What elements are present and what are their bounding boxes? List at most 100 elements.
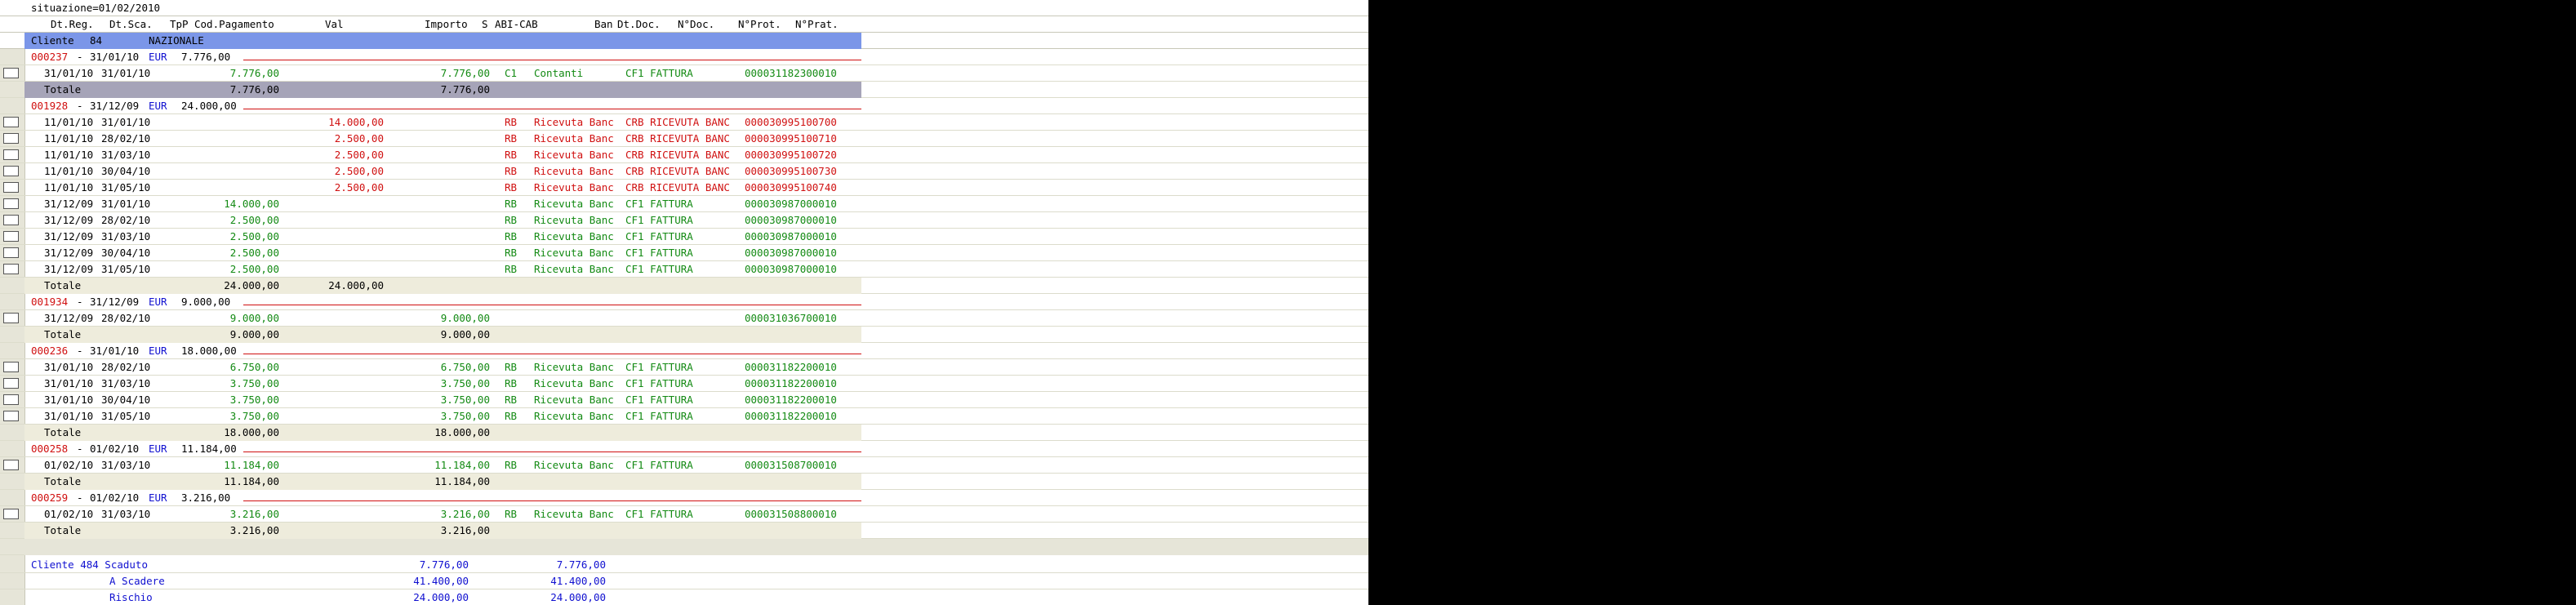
column-header-codpag: Cod.Pagamento — [194, 18, 274, 30]
protocol-number: 000030995100720 — [745, 149, 837, 161]
due-date: 28/02/10 — [101, 312, 151, 324]
due-date: 31/01/10 — [101, 198, 151, 210]
row-select-checkbox[interactable] — [3, 378, 19, 389]
column-header-importo: Importo — [425, 18, 468, 30]
document-code: 000236 — [31, 345, 69, 357]
reg-date: 01/02/10 — [44, 459, 94, 471]
protocol-number: 000031182200010 — [745, 361, 837, 373]
row-select-checkbox[interactable] — [3, 394, 19, 405]
document-type: CRB RICEVUTA BANC — [625, 132, 730, 145]
due-date: 28/02/10 — [101, 214, 151, 226]
protocol-number: 000030987000010 — [745, 263, 837, 275]
row-select-checkbox[interactable] — [3, 264, 19, 274]
summary-row: Rischio 24.000,00 24.000,00 — [0, 589, 1368, 605]
row-select-checkbox[interactable] — [3, 133, 19, 144]
document-date: 31/01/10 — [90, 51, 140, 63]
amount-value: 2.500,00 — [229, 247, 279, 259]
document-amount: 11.184,00 — [181, 443, 237, 455]
total-amount: 7.776,00 — [229, 83, 279, 96]
document-type: CF1 FATTURA — [625, 459, 693, 471]
tpp-value: C1 — [505, 67, 518, 79]
due-date: 30/04/10 — [101, 394, 151, 406]
document-date: 31/12/09 — [90, 296, 140, 308]
row-select-checkbox[interactable] — [3, 117, 19, 127]
val-value: 2.500,00 — [334, 181, 384, 194]
total-label: Totale — [44, 328, 82, 340]
tpp-value: RB — [505, 508, 518, 520]
pagamento-value: Ricevuta Banc — [534, 116, 614, 128]
protocol-number: 000031508700010 — [745, 459, 837, 471]
tpp-value: RB — [505, 377, 518, 389]
row-select-checkbox[interactable] — [3, 166, 19, 176]
due-date: 28/02/10 — [101, 132, 151, 145]
document-amount: 7.776,00 — [181, 51, 231, 63]
scadenza-row: 11/01/10 28/02/10 2.500,00 RB Ricevuta Banc C… — [0, 131, 1368, 147]
scadenza-row: 31/12/09 31/01/10 14.000,00 RB Ricevuta Banc… — [0, 196, 1368, 212]
document-header-row: 000259-01/02/10 EUR 3.216,00 — [0, 490, 1368, 506]
header-separator: - — [77, 492, 83, 504]
document-header-row: 000237-31/01/10 EUR 7.776,00 — [0, 49, 1368, 65]
reg-date: 31/12/09 — [44, 247, 94, 259]
tpp-value: RB — [505, 459, 518, 471]
amount-value: 11.184,00 — [224, 459, 279, 471]
tpp-value: RB — [505, 181, 518, 194]
row-select-checkbox[interactable] — [3, 313, 19, 323]
row-select-checkbox[interactable] — [3, 509, 19, 519]
row-select-checkbox[interactable] — [3, 460, 19, 470]
amount-value: 3.216,00 — [229, 508, 279, 520]
importo-value: 3.750,00 — [440, 394, 490, 406]
cliente-type: NAZIONALE — [149, 34, 204, 47]
protocol-number: 000031182200010 — [745, 394, 837, 406]
row-select-checkbox[interactable] — [3, 68, 19, 78]
reg-date: 31/01/10 — [44, 410, 94, 422]
amount-value: 3.750,00 — [229, 377, 279, 389]
document-date: 31/01/10 — [90, 345, 140, 357]
document-code: 001928 — [31, 100, 69, 112]
total-amount: 3.216,00 — [229, 524, 279, 536]
amount-value: 2.500,00 — [229, 263, 279, 275]
row-select-checkbox[interactable] — [3, 215, 19, 225]
amount-value: 2.500,00 — [229, 230, 279, 242]
val-value: 2.500,00 — [334, 132, 384, 145]
due-date: 31/05/10 — [101, 410, 151, 422]
document-type: CRB RICEVUTA BANC — [625, 165, 730, 177]
row-select-checkbox[interactable] — [3, 411, 19, 421]
document-currency: EUR — [149, 492, 167, 504]
summary-value-a: 7.776,00 — [419, 558, 469, 571]
document-currency: EUR — [149, 296, 167, 308]
protocol-number: 000031182200010 — [745, 377, 837, 389]
pagamento-value: Ricevuta Banc — [534, 132, 614, 145]
cliente-number: 84 — [90, 34, 103, 47]
protocol-number: 000030995100740 — [745, 181, 837, 194]
importo-value: 3.216,00 — [440, 508, 490, 520]
due-date: 30/04/10 — [101, 165, 151, 177]
row-select-checkbox[interactable] — [3, 182, 19, 193]
row-select-checkbox[interactable] — [3, 231, 19, 242]
scadenza-row: 31/12/09 28/02/10 9.000,00 9.000,00 00003103… — [0, 310, 1368, 327]
separator-row — [0, 539, 1368, 555]
document-type: CRB RICEVUTA BANC — [625, 181, 730, 194]
row-select-checkbox[interactable] — [3, 149, 19, 160]
total-importo: 3.216,00 — [440, 524, 490, 536]
document-amount: 9.000,00 — [181, 296, 231, 308]
scadenzario-window: ? situazione=01/02/2010Dt.Reg.Dt.Sca.TpP… — [0, 0, 1368, 605]
summary-label: Rischio — [109, 591, 153, 603]
total-importo: 7.776,00 — [440, 83, 490, 96]
header-separator: - — [77, 51, 83, 63]
pagamento-value: Ricevuta Banc — [534, 149, 614, 161]
pagamento-value: Ricevuta Banc — [534, 247, 614, 259]
header-separator: - — [77, 345, 83, 357]
row-select-checkbox[interactable] — [3, 198, 19, 209]
row-select-checkbox[interactable] — [3, 247, 19, 258]
document-amount: 18.000,00 — [181, 345, 237, 357]
due-date: 28/02/10 — [101, 361, 151, 373]
row-select-checkbox[interactable] — [3, 362, 19, 372]
protocol-number: 000030987000010 — [745, 214, 837, 226]
protocol-number: 000031182200010 — [745, 410, 837, 422]
scadenza-row: 31/01/10 31/03/10 3.750,00 3.750,00 RB Ricevu… — [0, 376, 1368, 392]
column-header-ban: Ban — [594, 18, 613, 30]
importo-value: 9.000,00 — [440, 312, 490, 324]
column-header-dtdoc: Dt.Doc. — [617, 18, 661, 30]
column-header-row: Dt.Reg. Dt.Sca. TpP Cod.Pagamento Val Importo… — [0, 16, 1368, 33]
reg-date: 01/02/10 — [44, 508, 94, 520]
